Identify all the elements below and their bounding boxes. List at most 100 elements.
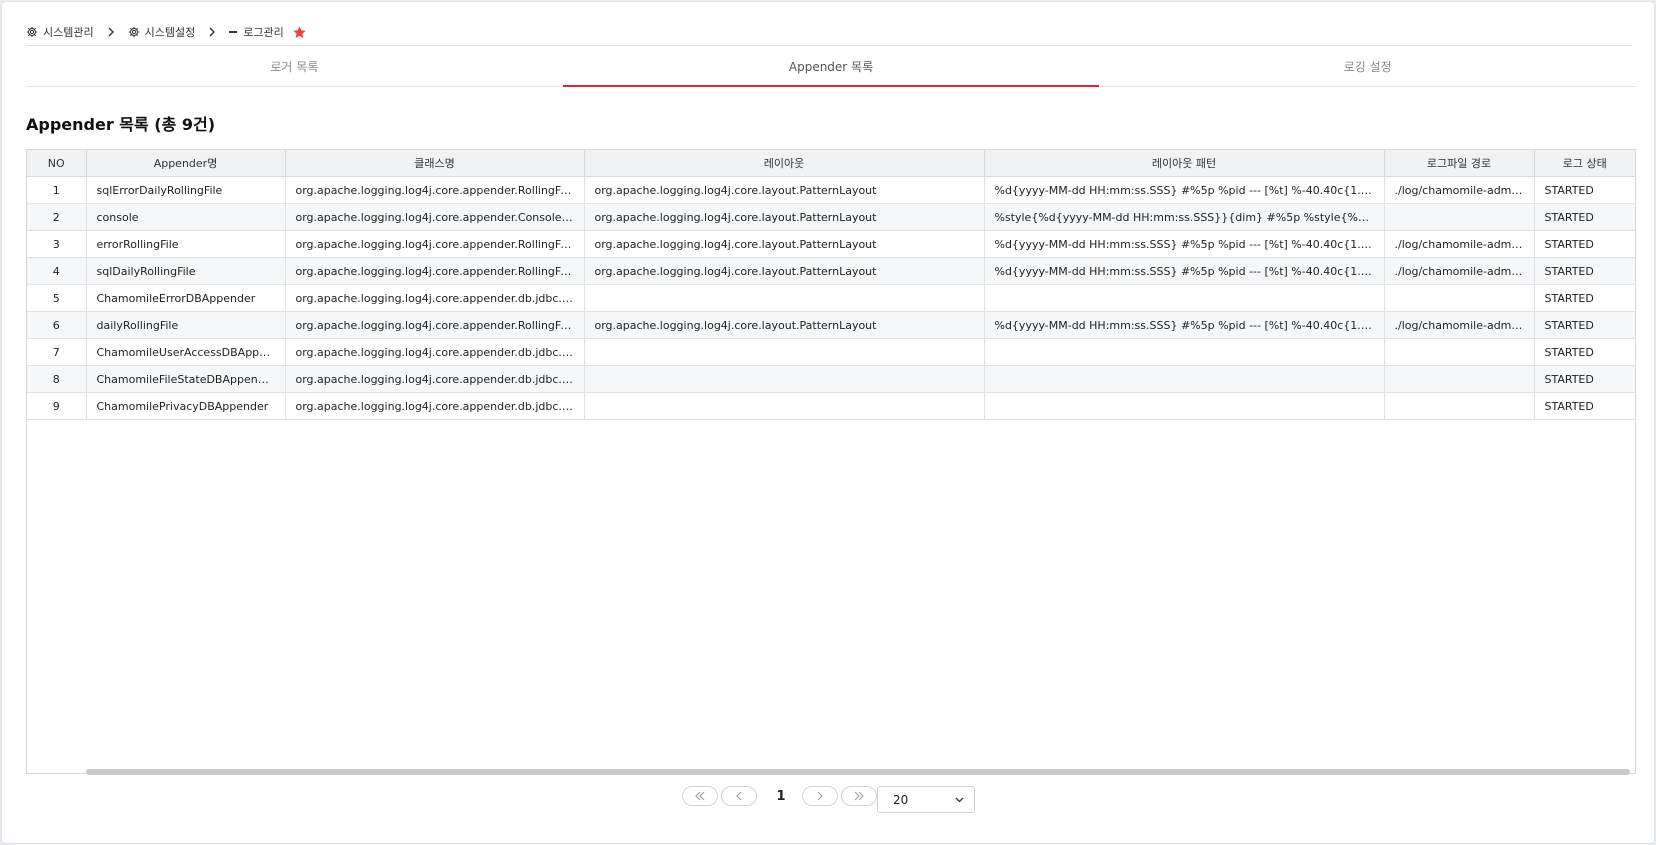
cell-layout: org.apache.logging.log4j.core.layout.Pat… <box>584 311 985 339</box>
appender-table: NO Appender명 클래스명 레이아웃 레이아웃 패턴 로그파일 경로 로… <box>26 149 1636 774</box>
prev-page-icon <box>736 791 742 801</box>
horizontal-scrollbar[interactable] <box>86 769 1630 775</box>
cell-appender-name: sqlErrorDailyRollingFile <box>86 176 286 204</box>
cell-layout-pattern: %d{yyyy-MM-dd HH:mm:ss.SSS} #%5p %pid --… <box>984 176 1385 204</box>
page-frame: 시스템관리 시스템설정 로그관리 로거 목록 Appender 목록 로깅 설정… <box>2 2 1654 843</box>
cell-log-status: STARTED <box>1534 338 1635 366</box>
cell-log-status: STARTED <box>1534 365 1635 393</box>
next-page-button[interactable] <box>802 786 838 806</box>
column-header-class-name[interactable]: 클래스명 <box>285 150 585 177</box>
cell-class-name: org.apache.logging.log4j.core.appender.C… <box>285 203 585 231</box>
table-row[interactable]: 1 sqlErrorDailyRollingFile org.apache.lo… <box>27 176 1635 204</box>
cell-log-file-path: ./log/chamomile-admi... <box>1384 230 1535 258</box>
cell-log-file-path: ./log/chamomile-admi... <box>1384 311 1535 339</box>
cell-layout: org.apache.logging.log4j.core.layout.Pat… <box>584 230 985 258</box>
cell-log-status: STARTED <box>1534 257 1635 285</box>
next-page-icon <box>817 791 823 801</box>
first-page-icon <box>695 791 705 801</box>
breadcrumb-item-system-admin[interactable]: 시스템관리 <box>26 24 94 40</box>
cell-layout: org.apache.logging.log4j.core.layout.Pat… <box>584 203 985 231</box>
table-row[interactable]: 4 sqlDailyRollingFile org.apache.logging… <box>27 257 1635 285</box>
cell-log-file-path: ./log/chamomile-admi... <box>1384 176 1535 204</box>
cell-layout <box>584 392 985 420</box>
column-header-log-file-path[interactable]: 로그파일 경로 <box>1384 150 1535 177</box>
prev-page-button[interactable] <box>721 786 757 806</box>
cell-no: 7 <box>27 338 87 366</box>
cell-log-status: STARTED <box>1534 176 1635 204</box>
cell-no: 1 <box>27 176 87 204</box>
cell-no: 4 <box>27 257 87 285</box>
cell-class-name: org.apache.logging.log4j.core.appender.d… <box>285 284 585 312</box>
cell-layout: org.apache.logging.log4j.core.layout.Pat… <box>584 257 985 285</box>
cell-log-status: STARTED <box>1534 311 1635 339</box>
cell-log-status: STARTED <box>1534 284 1635 312</box>
tab-logger-list[interactable]: 로거 목록 <box>26 46 563 86</box>
cell-no: 3 <box>27 230 87 258</box>
page-number-current[interactable]: 1 <box>760 789 802 804</box>
column-header-layout[interactable]: 레이아웃 <box>584 150 985 177</box>
cell-class-name: org.apache.logging.log4j.core.appender.R… <box>285 311 585 339</box>
cell-layout-pattern: %d{yyyy-MM-dd HH:mm:ss.SSS} #%5p %pid --… <box>984 311 1385 339</box>
dash-icon <box>229 31 238 33</box>
breadcrumb-item-log-management: 로그관리 <box>229 24 284 40</box>
cell-no: 5 <box>27 284 87 312</box>
breadcrumb-item-system-settings[interactable]: 시스템설정 <box>128 24 196 40</box>
cell-log-file-path: ./log/chamomile-admi... <box>1384 257 1535 285</box>
cell-class-name: org.apache.logging.log4j.core.appender.d… <box>285 365 585 393</box>
cell-appender-name: ChamomileUserAccessDBAppe... <box>86 338 286 366</box>
cell-no: 8 <box>27 365 87 393</box>
column-header-no[interactable]: NO <box>27 150 87 177</box>
table-header-row: NO Appender명 클래스명 레이아웃 레이아웃 패턴 로그파일 경로 로… <box>27 150 1635 177</box>
table-row[interactable]: 9 ChamomilePrivacyDBAppender org.apache.… <box>27 392 1635 420</box>
cell-appender-name: ChamomileFileStateDBAppender <box>86 365 286 393</box>
gear-icon <box>26 26 38 38</box>
breadcrumb-label: 시스템설정 <box>144 26 196 39</box>
tab-logging-settings[interactable]: 로깅 설정 <box>1099 46 1636 86</box>
cell-appender-name: errorRollingFile <box>86 230 286 258</box>
table-row[interactable]: 6 dailyRollingFile org.apache.logging.lo… <box>27 311 1635 339</box>
column-header-layout-pattern[interactable]: 레이아웃 패턴 <box>984 150 1385 177</box>
cell-log-status: STARTED <box>1534 203 1635 231</box>
cell-layout-pattern: %d{yyyy-MM-dd HH:mm:ss.SSS} #%5p %pid --… <box>984 257 1385 285</box>
cell-layout-pattern: %style{%d{yyyy-MM-dd HH:mm:ss.SSS}}{dim}… <box>984 203 1385 231</box>
cell-no: 2 <box>27 203 87 231</box>
cell-class-name: org.apache.logging.log4j.core.appender.d… <box>285 338 585 366</box>
page-size-select[interactable]: 20 <box>877 786 975 813</box>
cell-layout-pattern <box>984 284 1385 312</box>
table-row[interactable]: 7 ChamomileUserAccessDBAppe... org.apach… <box>27 338 1635 366</box>
breadcrumb: 시스템관리 시스템설정 로그관리 <box>26 22 307 42</box>
chevron-down-icon <box>955 797 964 802</box>
cell-layout-pattern <box>984 392 1385 420</box>
cell-layout: org.apache.logging.log4j.core.layout.Pat… <box>584 176 985 204</box>
cell-layout <box>584 284 985 312</box>
star-icon[interactable] <box>292 25 307 40</box>
chevron-right-icon <box>106 27 116 37</box>
gear-icon <box>128 26 139 38</box>
page-size-value: 20 <box>893 792 909 807</box>
chevron-right-icon <box>207 27 217 37</box>
cell-log-file-path <box>1384 203 1535 231</box>
table-row[interactable]: 3 errorRollingFile org.apache.logging.lo… <box>27 230 1635 258</box>
table-row[interactable]: 5 ChamomileErrorDBAppender org.apache.lo… <box>27 284 1635 312</box>
column-header-log-status[interactable]: 로그 상태 <box>1534 150 1635 177</box>
table-row[interactable]: 2 console org.apache.logging.log4j.core.… <box>27 203 1635 231</box>
cell-class-name: org.apache.logging.log4j.core.appender.d… <box>285 392 585 420</box>
cell-appender-name: sqlDailyRollingFile <box>86 257 286 285</box>
cell-layout <box>584 338 985 366</box>
table-row[interactable]: 8 ChamomileFileStateDBAppender org.apach… <box>27 365 1635 393</box>
cell-no: 6 <box>27 311 87 339</box>
first-page-button[interactable] <box>682 786 718 806</box>
cell-appender-name: console <box>86 203 286 231</box>
cell-class-name: org.apache.logging.log4j.core.appender.R… <box>285 257 585 285</box>
tab-appender-list[interactable]: Appender 목록 <box>562 46 1100 87</box>
last-page-button[interactable] <box>841 786 877 806</box>
cell-log-status: STARTED <box>1534 392 1635 420</box>
cell-appender-name: ChamomilePrivacyDBAppender <box>86 392 286 420</box>
cell-no: 9 <box>27 392 87 420</box>
cell-appender-name: dailyRollingFile <box>86 311 286 339</box>
cell-layout-pattern <box>984 338 1385 366</box>
column-header-appender-name[interactable]: Appender명 <box>86 150 286 177</box>
tab-bar: 로거 목록 Appender 목록 로깅 설정 <box>26 46 1636 87</box>
cell-class-name: org.apache.logging.log4j.core.appender.R… <box>285 230 585 258</box>
cell-class-name: org.apache.logging.log4j.core.appender.R… <box>285 176 585 204</box>
